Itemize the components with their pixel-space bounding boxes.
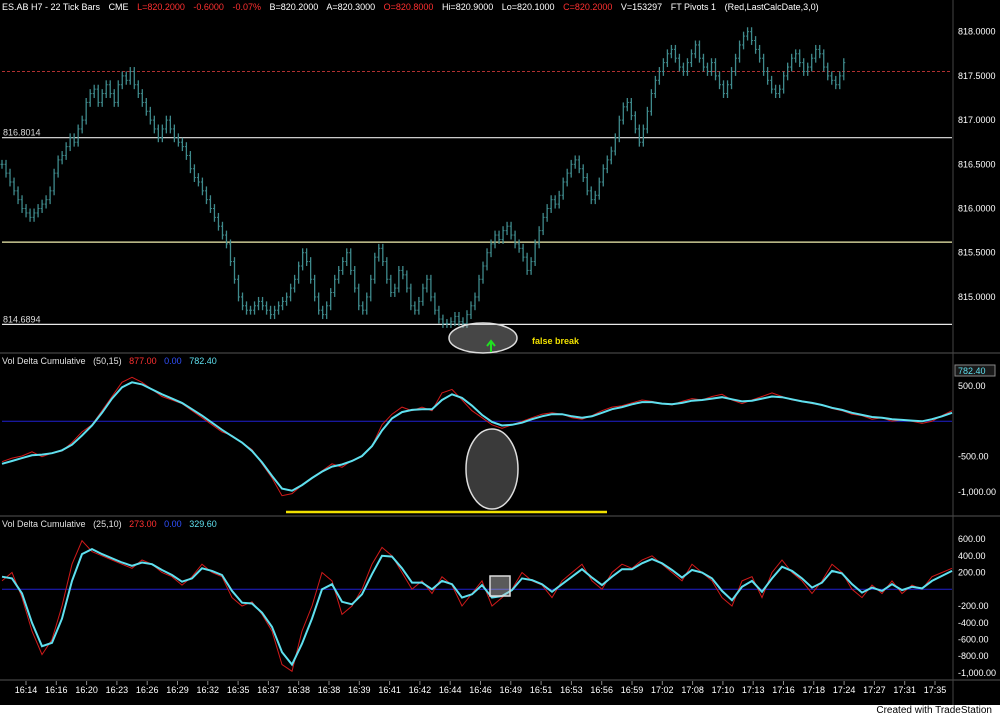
x-axis-label: 16:23 [106,685,129,695]
panel2-value-cyan: 782.40 [189,356,217,366]
panel2-value-red: 877.00 [129,356,157,366]
panel3-title: Vol Delta Cumulative [2,519,86,529]
x-axis-label: 16:59 [621,685,644,695]
x-axis-label: 16:39 [348,685,371,695]
x-axis-label: 16:41 [378,685,401,695]
panel2-dark-ellipse [465,428,519,510]
panel3-axis-tick: -600.00 [958,634,989,644]
exchange-label: CME [108,2,129,12]
x-axis-label: 16:53 [560,685,583,695]
panel3-axis-tick: 600.00 [958,534,986,544]
x-axis-label: 16:35 [227,685,250,695]
net-change: -0.6000 [193,2,224,12]
pivot-line-label-2: 814.6894 [3,314,41,324]
price-axis-tick: 815.0000 [958,292,996,302]
price-axis-tick: 816.5000 [958,159,996,169]
panel3-cyan-series [1,547,953,667]
x-axis-label: 17:16 [772,685,795,695]
x-axis-label: 16:32 [197,685,220,695]
price-axis-tick: 818.0000 [958,27,996,37]
panel3-header: Vol Delta Cumulative (25,10) 273.00 0.00… [2,519,222,529]
panel3-red-series [1,539,953,673]
x-axis-label: 16:14 [15,685,38,695]
panel2-params: (50,15) [93,356,122,366]
x-axis-label: 17:35 [924,685,947,695]
panel2-title: Vol Delta Cumulative [2,356,86,366]
volume-value: V=153297 [620,2,663,12]
panel3-axis-tick: -1,000.00 [958,668,996,678]
last-price: L=820.2000 [137,2,185,12]
price-axis-tick: 817.0000 [958,115,996,125]
x-axis-label: 17:13 [742,685,765,695]
x-axis-label: 17:02 [651,685,674,695]
bid-price: B=820.2000 [269,2,319,12]
panel3-value-red: 273.00 [129,519,157,529]
chart-window: 816.8014 814.6894 818.0000 817.5000 817.0000… [0,0,1000,717]
symbol-label: ES.AB H7 - 22 Tick Bars [2,2,101,12]
high-price: Hi=820.9000 [441,2,494,12]
panel3-value-cyan: 329.60 [189,519,217,529]
close-price: C=820.2000 [563,2,613,12]
x-axis-label: 17:10 [712,685,735,695]
panel3-axis-tick: 200.00 [958,568,986,578]
x-axis-label: 17:08 [681,685,704,695]
price-axis-tick: 815.5000 [958,248,996,258]
chart-header: ES.AB H7 - 22 Tick Bars CME L=820.2000 -… [2,2,825,16]
x-axis-label: 17:18 [803,685,826,695]
x-axis-label: 16:44 [439,685,462,695]
x-axis-label: 16:16 [45,685,68,695]
panel3-axis-tick: -800.00 [958,651,989,661]
false-break-ellipse [448,322,518,354]
price-axis-tick: 817.5000 [958,71,996,81]
panel2-last-value: 782.40 [958,366,986,376]
chart-canvas[interactable]: 816.8014 814.6894 818.0000 817.5000 817.0000… [0,0,1000,705]
x-axis-label: 16:26 [136,685,159,695]
open-price: O=820.8000 [383,2,434,12]
x-axis-label: 17:27 [863,685,886,695]
study-name: FT Pivots 1 [670,2,717,12]
x-axis-label: 16:42 [409,685,432,695]
pivot-line-label-0: 816.8014 [3,128,41,138]
panel2-header: Vol Delta Cumulative (50,15) 877.00 0.00… [2,356,222,366]
x-axis-label: 16:38 [287,685,310,695]
x-axis-label: 17:24 [833,685,856,695]
x-axis-label: 16:56 [590,685,613,695]
x-axis-label: 16:46 [469,685,492,695]
low-price: Lo=820.1000 [501,2,555,12]
x-axis-label: 16:38 [318,685,341,695]
panel3-axis-tick: 400.00 [958,551,986,561]
panel2-axis-tick: -500.00 [958,452,989,462]
panel2-axis-tick: -1,000.00 [958,487,996,497]
panel3-axis-tick: -400.00 [958,618,989,628]
price-axis-tick: 816.0000 [958,204,996,214]
footer: Created with TradeStation [0,705,1000,717]
panel3-params: (25,10) [93,519,122,529]
x-axis-label: 16:51 [530,685,553,695]
x-axis-label: 16:37 [257,685,280,695]
x-axis-label: 17:31 [893,685,916,695]
ask-price: A=820.3000 [326,2,376,12]
panel3-highlight-box [489,575,511,597]
pct-change: -0.07% [232,2,261,12]
false-break-label: false break [532,336,580,346]
x-axis-label: 16:49 [500,685,523,695]
panel2-axis-tick: 500.00 [958,381,986,391]
panel3-value-blue: 0.00 [164,519,182,529]
study-params: (Red,LastCalcDate,3,0) [724,2,819,12]
panel3-axis-tick: -200.00 [958,601,989,611]
panel2-value-blue: 0.00 [164,356,182,366]
x-axis-label: 16:20 [75,685,98,695]
footer-credit: Created with TradeStation [876,705,992,716]
x-axis-label: 16:29 [166,685,189,695]
